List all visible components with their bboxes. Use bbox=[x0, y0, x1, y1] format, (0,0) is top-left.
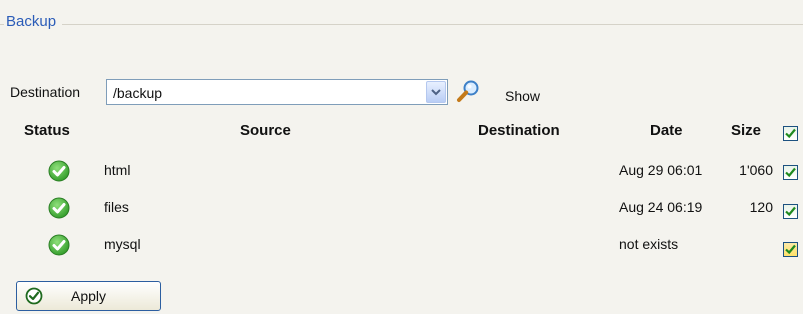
apply-button[interactable]: Apply bbox=[16, 281, 161, 311]
row-size: 1'060 bbox=[739, 162, 773, 178]
row-checkbox[interactable] bbox=[783, 204, 798, 219]
table-row: files Aug 24 06:19 120 bbox=[0, 191, 803, 227]
dropdown-button[interactable] bbox=[426, 81, 446, 103]
select-all-checkbox[interactable] bbox=[783, 126, 798, 141]
header-source: Source bbox=[240, 122, 291, 139]
destination-label: Destination bbox=[10, 84, 81, 100]
check-circle-icon bbox=[48, 160, 70, 185]
header-size: Size bbox=[731, 122, 762, 139]
row-date: Aug 29 06:01 bbox=[619, 162, 703, 178]
destination-select[interactable]: /backup bbox=[106, 79, 448, 105]
table-row: html Aug 29 06:01 1'060 bbox=[0, 154, 803, 190]
chevron-down-icon bbox=[431, 89, 441, 96]
show-button[interactable]: Show bbox=[505, 88, 540, 104]
row-source: html bbox=[104, 162, 131, 178]
apply-label: Apply bbox=[71, 288, 107, 304]
magnifier-icon[interactable] bbox=[456, 79, 482, 105]
header-destination: Destination bbox=[478, 122, 560, 139]
row-checkbox[interactable] bbox=[783, 242, 798, 257]
row-date: not exists bbox=[619, 236, 679, 252]
check-circle-icon bbox=[48, 197, 70, 222]
row-date: Aug 24 06:19 bbox=[619, 199, 703, 215]
fieldset-legend: Backup bbox=[4, 13, 63, 30]
row-size: 120 bbox=[749, 199, 773, 215]
row-source: mysql bbox=[104, 236, 141, 252]
fieldset-border bbox=[0, 24, 803, 26]
row-checkbox[interactable] bbox=[783, 165, 798, 180]
table-row: mysql not exists bbox=[0, 228, 803, 264]
header-status: Status bbox=[24, 122, 70, 139]
header-date: Date bbox=[650, 122, 683, 139]
check-circle-icon bbox=[25, 287, 43, 308]
row-source: files bbox=[104, 199, 129, 215]
check-circle-icon bbox=[48, 234, 70, 259]
destination-select-value: /backup bbox=[113, 85, 163, 101]
